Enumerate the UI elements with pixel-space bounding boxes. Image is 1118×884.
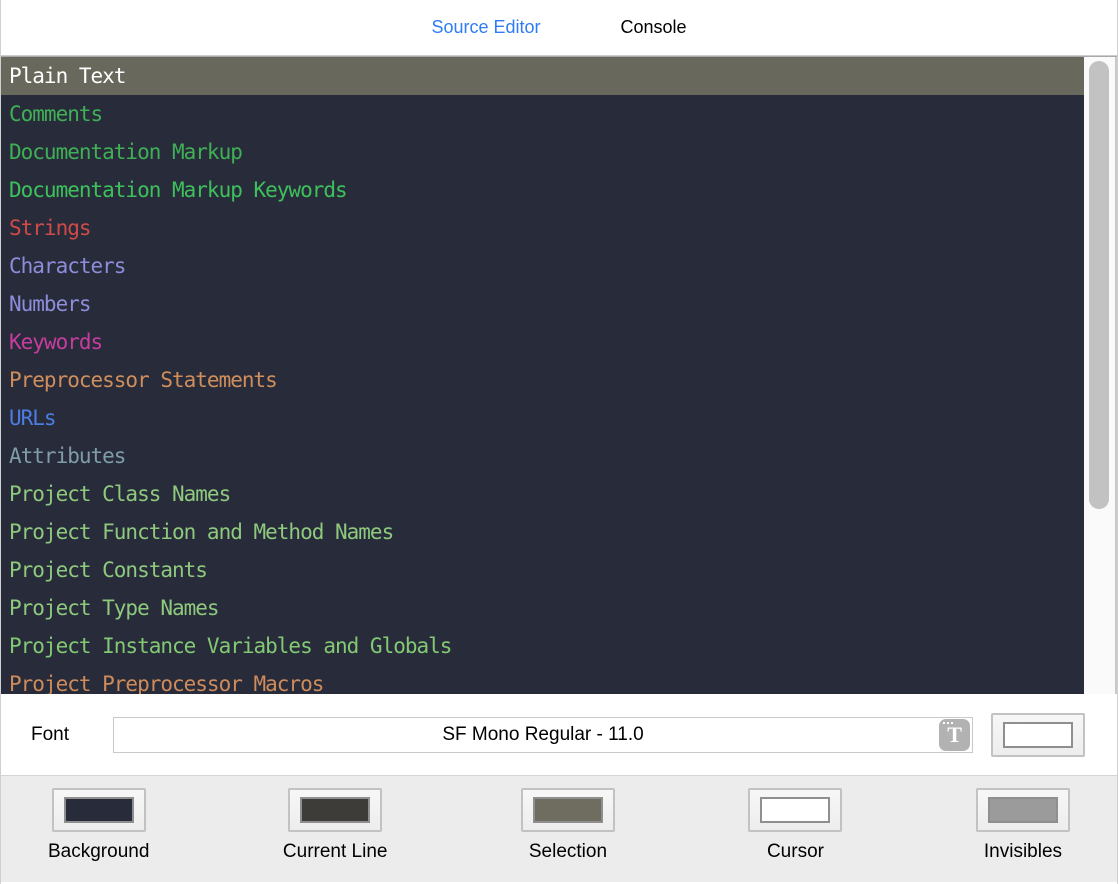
syntax-row[interactable]: Keywords — [1, 323, 1117, 361]
tab-console[interactable]: Console — [621, 17, 687, 38]
syntax-row[interactable]: Project Class Names — [1, 475, 1117, 513]
syntax-row[interactable]: Documentation Markup Keywords — [1, 171, 1117, 209]
selection-color-swatch — [532, 797, 603, 823]
syntax-row[interactable]: Documentation Markup — [1, 133, 1117, 171]
font-row: Font SF Mono Regular - 11.0 T — [1, 694, 1117, 775]
color-well-item-background: Background — [48, 788, 149, 882]
color-well-item-selection: Selection — [520, 788, 615, 882]
syntax-row[interactable]: Plain Text — [1, 57, 1117, 95]
font-field-value: SF Mono Regular - 11.0 — [442, 723, 644, 745]
color-well-item-cursor: Cursor — [748, 788, 843, 882]
background-color-swatch — [63, 797, 134, 823]
syntax-row[interactable]: Characters — [1, 247, 1117, 285]
invisibles-color-swatch — [987, 797, 1058, 823]
cursor-label: Cursor — [766, 841, 824, 862]
current-line-label: Current Line — [282, 841, 388, 862]
font-panel-icon-dots — [943, 721, 956, 724]
selection-label: Selection — [528, 841, 608, 862]
color-well-item-current-line: Current Line — [282, 788, 388, 882]
current-line-color-well[interactable] — [288, 788, 383, 832]
syntax-row[interactable]: Strings — [1, 209, 1117, 247]
syntax-row[interactable]: Attributes — [1, 437, 1117, 475]
cursor-color-swatch — [760, 797, 831, 823]
syntax-row[interactable]: Project Type Names — [1, 589, 1117, 627]
syntax-row[interactable]: Project Preprocessor Macros — [1, 665, 1117, 694]
syntax-row[interactable]: Project Constants — [1, 551, 1117, 589]
tab-source-editor[interactable]: Source Editor — [431, 17, 540, 38]
syntax-category-rows: Plain Text Comments Documentation Markup Do… — [1, 57, 1117, 694]
font-label: Font — [31, 723, 70, 745]
text-color-swatch — [1003, 721, 1074, 748]
syntax-row[interactable]: Comments — [1, 95, 1117, 133]
syntax-row[interactable]: Numbers — [1, 285, 1117, 323]
syntax-row[interactable]: Project Instance Variables and Globals — [1, 627, 1117, 665]
current-line-color-swatch — [300, 797, 371, 823]
invisibles-color-well[interactable] — [975, 788, 1070, 832]
tab-bar: Source Editor Console — [1, 0, 1117, 55]
color-well-item-invisibles: Invisibles — [975, 788, 1070, 882]
font-panel-icon[interactable]: T — [939, 718, 971, 751]
selection-color-well[interactable] — [520, 788, 615, 832]
syntax-row[interactable]: URLs — [1, 399, 1117, 437]
syntax-category-list: Plain Text Comments Documentation Markup Do… — [1, 57, 1117, 694]
text-color-well[interactable] — [991, 712, 1086, 757]
theme-editor-pane: Source Editor Console Plain Text Comments D… — [0, 0, 1118, 884]
font-field[interactable]: SF Mono Regular - 11.0 T — [113, 716, 974, 753]
background-label: Background — [48, 841, 150, 862]
background-color-well[interactable] — [51, 788, 146, 832]
invisibles-label: Invisibles — [983, 841, 1063, 862]
cursor-color-well[interactable] — [748, 788, 843, 832]
syntax-row[interactable]: Project Function and Method Names — [1, 513, 1117, 551]
color-well-row: Background Current Line Selection Cursor Inv… — [1, 775, 1117, 882]
scrollbar-track[interactable] — [1084, 57, 1117, 694]
scrollbar-thumb[interactable] — [1089, 61, 1109, 509]
syntax-row[interactable]: Preprocessor Statements — [1, 361, 1117, 399]
